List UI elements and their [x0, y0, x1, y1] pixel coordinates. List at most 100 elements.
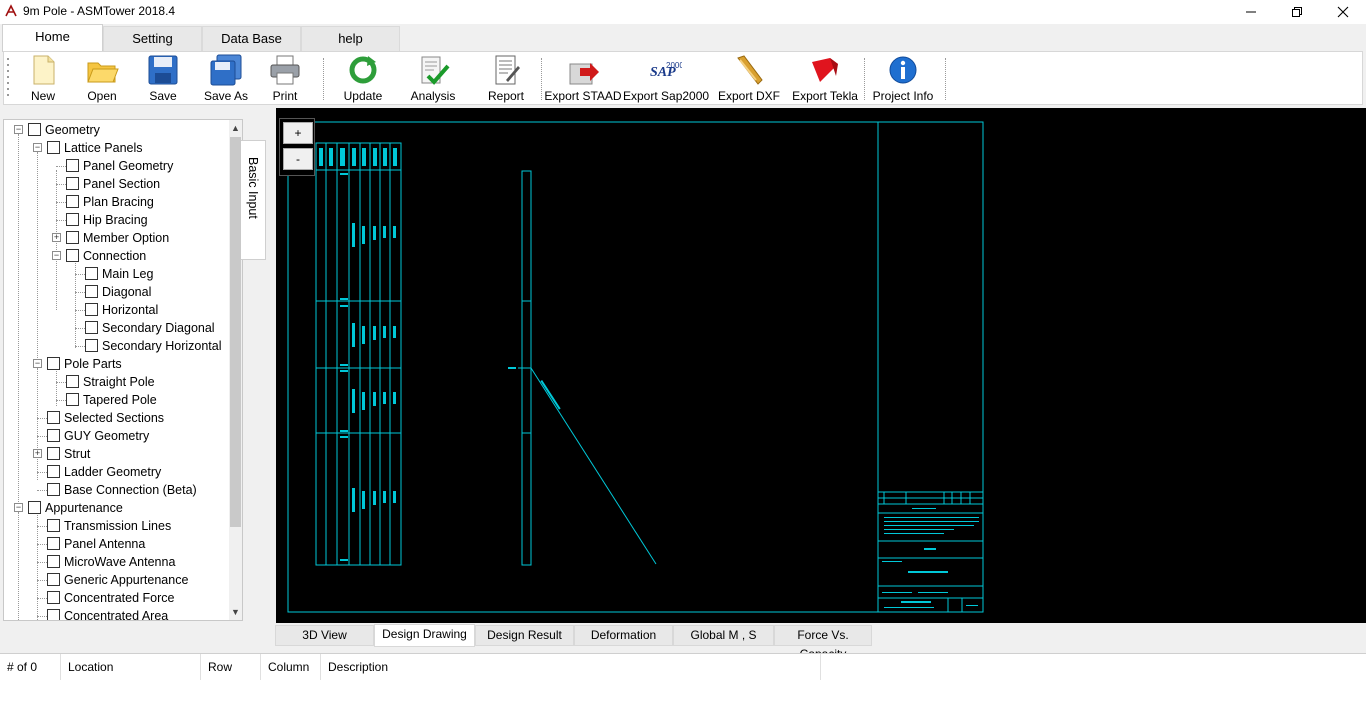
tree-checkbox[interactable] — [85, 267, 98, 280]
tree-checkbox[interactable] — [85, 339, 98, 352]
column-header-row[interactable]: Row — [201, 654, 261, 680]
tree-checkbox[interactable] — [28, 123, 41, 136]
tree-checkbox[interactable] — [66, 159, 79, 172]
toolbar-separator — [945, 58, 946, 100]
tree-checkbox[interactable] — [47, 591, 60, 604]
analysis-check-icon — [421, 56, 450, 85]
tree-checkbox[interactable] — [85, 285, 98, 298]
save-button[interactable]: Save — [140, 54, 186, 104]
input-tree-panel: − Geometry − Lattice Panels Panel Geomet… — [3, 119, 243, 621]
expand-icon[interactable]: + — [33, 449, 42, 458]
column-header-count[interactable]: # of 0 — [0, 654, 61, 680]
refresh-icon — [349, 56, 377, 84]
tab-home[interactable]: Home — [2, 24, 103, 52]
scroll-up-icon[interactable]: ▲ — [229, 121, 242, 135]
message-grid: # of 0 Location Row Column Description — [0, 653, 1366, 726]
minimize-icon — [1246, 11, 1256, 13]
open-button[interactable]: Open — [79, 54, 125, 104]
tree-checkbox[interactable] — [47, 537, 60, 550]
collapse-icon[interactable]: − — [33, 143, 42, 152]
tree-checkbox[interactable] — [66, 177, 79, 190]
scroll-down-icon[interactable]: ▼ — [229, 605, 242, 619]
save-as-button[interactable]: Save As — [200, 54, 252, 104]
export-staad-button[interactable]: Export STAAD — [544, 54, 622, 104]
tab-3d-view[interactable]: 3D View — [275, 625, 374, 646]
collapse-icon[interactable]: − — [33, 359, 42, 368]
tree-checkbox[interactable] — [66, 231, 79, 244]
print-button[interactable]: Print — [262, 54, 308, 104]
printer-icon — [270, 55, 300, 85]
column-header-location[interactable]: Location — [61, 654, 201, 680]
tree-checkbox[interactable] — [47, 447, 60, 460]
tab-setting[interactable]: Setting — [103, 26, 202, 51]
tab-deformation[interactable]: Deformation — [574, 625, 673, 646]
scrollbar-thumb[interactable] — [230, 137, 241, 527]
app-logo-icon — [5, 4, 17, 17]
title-bar: 9m Pole - ASMTower 2018.4 — [0, 0, 1366, 24]
tree-checkbox[interactable] — [66, 393, 79, 406]
tree-checkbox[interactable] — [85, 321, 98, 334]
tree-checkbox[interactable] — [47, 609, 60, 620]
collapse-icon[interactable]: − — [52, 251, 61, 260]
tab-force-vs-capacity[interactable]: Force Vs. Capacity — [774, 625, 872, 661]
window-title: 9m Pole - ASMTower 2018.4 — [23, 4, 176, 18]
tab-design-drawing[interactable]: Design Drawing — [374, 624, 475, 647]
new-file-icon — [33, 55, 55, 85]
collapse-icon[interactable]: − — [14, 503, 23, 512]
basic-input-side-tab[interactable]: Basic Input — [241, 140, 266, 260]
new-button[interactable]: New — [20, 54, 66, 104]
export-dxf-icon — [737, 55, 763, 85]
project-info-button[interactable]: Project Info — [868, 54, 938, 104]
view-tab-bar: 3D View Design Drawing Design Result Def… — [273, 624, 1366, 661]
ribbon-toolbar: New Open Save Save As Print Update Analy… — [3, 51, 1363, 105]
tree-checkbox[interactable] — [47, 357, 60, 370]
save-as-disk-icon — [210, 54, 242, 86]
restore-icon — [1292, 7, 1302, 17]
tree-checkbox[interactable] — [47, 429, 60, 442]
tab-database[interactable]: Data Base — [202, 26, 301, 51]
close-button[interactable] — [1320, 0, 1366, 24]
toolbar-separator — [323, 58, 324, 100]
export-dxf-button[interactable]: Export DXF — [714, 54, 784, 104]
report-document-icon — [495, 55, 520, 85]
zoom-out-button[interactable]: - — [283, 148, 313, 170]
tab-help[interactable]: help — [301, 26, 400, 51]
column-header-description[interactable]: Description — [321, 654, 821, 680]
tree-checkbox[interactable] — [66, 249, 79, 262]
export-sap2000-button[interactable]: SAP 2000 Export Sap2000 — [623, 54, 709, 104]
analysis-button[interactable]: Analysis — [404, 54, 462, 104]
tree-checkbox[interactable] — [66, 375, 79, 388]
save-disk-icon — [148, 55, 178, 85]
info-icon — [889, 56, 917, 84]
update-button[interactable]: Update — [337, 54, 389, 104]
sap2000-logo-icon: SAP2000 — [650, 61, 682, 80]
collapse-icon[interactable]: − — [14, 125, 23, 134]
tree-checkbox[interactable] — [47, 573, 60, 586]
column-header-column[interactable]: Column — [261, 654, 321, 680]
svg-text:2000: 2000 — [666, 61, 682, 70]
toolbar-separator — [541, 58, 542, 100]
tree-checkbox[interactable] — [47, 483, 60, 496]
tree-checkbox[interactable] — [47, 465, 60, 478]
expand-icon[interactable]: + — [52, 233, 61, 242]
tree-checkbox[interactable] — [66, 195, 79, 208]
close-icon — [1337, 6, 1349, 18]
tree-checkbox[interactable] — [47, 141, 60, 154]
zoom-in-button[interactable]: + — [283, 122, 313, 144]
export-tekla-button[interactable]: Export Tekla — [788, 54, 862, 104]
tree-checkbox[interactable] — [28, 501, 41, 514]
toolbar-grip-icon — [7, 58, 9, 96]
tree-checkbox[interactable] — [47, 555, 60, 568]
toolbar-separator — [864, 58, 865, 100]
export-staad-icon — [569, 63, 599, 85]
tab-design-result[interactable]: Design Result — [475, 625, 574, 646]
report-button[interactable]: Report — [479, 54, 533, 104]
tree-checkbox[interactable] — [47, 519, 60, 532]
restore-button[interactable] — [1274, 0, 1320, 24]
tree-checkbox[interactable] — [85, 303, 98, 316]
design-drawing-sheet — [287, 121, 984, 613]
minimize-button[interactable] — [1228, 0, 1274, 24]
tree-checkbox[interactable] — [47, 411, 60, 424]
tree-checkbox[interactable] — [66, 213, 79, 226]
tab-global-m-s[interactable]: Global M , S — [673, 625, 774, 646]
